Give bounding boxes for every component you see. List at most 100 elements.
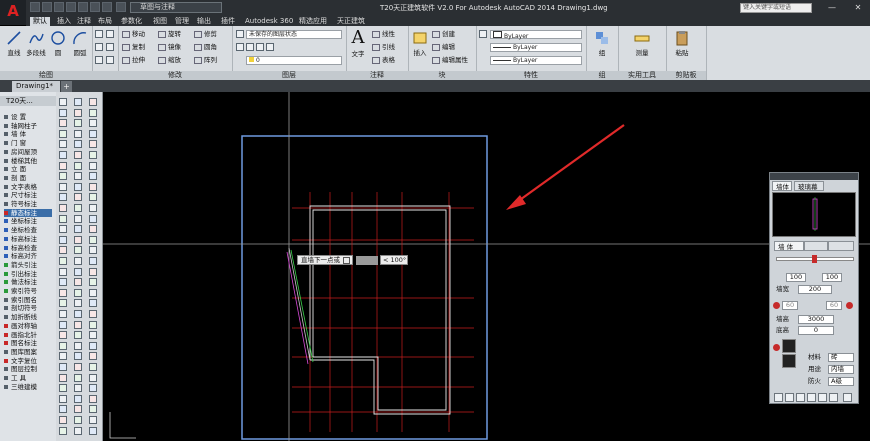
copy-button[interactable]: 复制	[122, 43, 145, 52]
palette-item[interactable]: 标高检查	[4, 244, 37, 252]
circle-button[interactable]: 圆	[46, 28, 70, 57]
tool-icon[interactable]	[59, 426, 67, 435]
tab-plugins[interactable]: 插件	[218, 17, 238, 26]
tool-icon[interactable]	[59, 267, 67, 276]
tool-icon[interactable]	[89, 129, 97, 138]
tool-icon[interactable]	[59, 384, 67, 393]
tool-icon[interactable]	[74, 193, 82, 202]
tool-icon[interactable]	[59, 352, 67, 361]
text-button[interactable]: A 文字	[346, 28, 370, 59]
material-select[interactable]: 砖	[828, 353, 854, 362]
tool-icon[interactable]	[89, 108, 97, 117]
tool-icon[interactable]	[89, 299, 97, 308]
tab-autodesk-360[interactable]: Autodesk 360	[242, 17, 296, 26]
tool-icon[interactable]	[89, 405, 97, 414]
tool-icon[interactable]	[89, 257, 97, 265]
tool-icon[interactable]	[89, 182, 97, 191]
create-block-button[interactable]: 创建	[432, 30, 455, 39]
tab-featured-apps[interactable]: 精选应用	[296, 17, 330, 26]
fire-rating-select[interactable]: A级	[828, 377, 854, 386]
tool-icon[interactable]	[74, 416, 82, 424]
tool-icon[interactable]	[74, 225, 82, 234]
tool-icon[interactable]	[74, 384, 82, 393]
spline-icon[interactable]	[106, 56, 114, 64]
palette-item[interactable]: 剖 面	[4, 174, 26, 182]
palette-item[interactable]: 图层控制	[4, 365, 37, 373]
tool-icon[interactable]	[59, 161, 67, 170]
tool-icon[interactable]	[59, 98, 67, 106]
wall-attr-tab-2[interactable]	[804, 241, 828, 251]
fillet-button[interactable]: 圆角	[194, 43, 217, 52]
auto-wall-icon[interactable]	[818, 393, 827, 402]
tool-icon[interactable]	[74, 288, 82, 297]
tool-icon[interactable]	[89, 331, 97, 340]
left-side-dot-icon[interactable]	[773, 344, 780, 351]
left-offset-input[interactable]: 60	[782, 301, 798, 310]
palette-item[interactable]: 图名标注	[4, 339, 37, 347]
tool-icon[interactable]	[59, 363, 67, 371]
undo-icon[interactable]	[90, 2, 100, 12]
tool-icon[interactable]	[59, 299, 67, 308]
palette-item[interactable]: 文字复位	[4, 357, 37, 365]
right-offset-input[interactable]: 60	[826, 301, 842, 310]
arc-button[interactable]: 圆弧	[68, 28, 92, 57]
tool-icon[interactable]	[89, 278, 97, 287]
tool-icon[interactable]	[89, 394, 97, 403]
tool-icon[interactable]	[89, 151, 97, 159]
tool-icon[interactable]	[74, 405, 82, 414]
workspace-dropdown[interactable]: 草图与注释	[130, 2, 222, 13]
tool-icon[interactable]	[59, 310, 67, 318]
tool-icon[interactable]	[89, 235, 97, 244]
tool-icon[interactable]	[89, 373, 97, 382]
tool-icon[interactable]	[59, 182, 67, 191]
tool-icon[interactable]	[89, 246, 97, 255]
palette-item[interactable]: 尺寸标注	[4, 191, 37, 199]
color-dropdown[interactable]: ByLayer	[490, 30, 582, 40]
application-menu-button[interactable]: A	[0, 0, 26, 25]
tool-icon[interactable]	[59, 320, 67, 329]
tool-icon[interactable]	[74, 151, 82, 159]
minimize-button[interactable]: —	[826, 2, 838, 13]
palette-item[interactable]: 楼梯其他	[4, 157, 37, 165]
tool-icon[interactable]	[74, 235, 82, 244]
palette-item[interactable]: 索引图名	[4, 296, 37, 304]
wall-type-icon[interactable]	[782, 354, 796, 368]
scale-button[interactable]: 缩放	[158, 56, 181, 65]
wall-attr-tab-3[interactable]	[828, 241, 854, 251]
table-button[interactable]: 表格	[372, 56, 395, 65]
tool-icon[interactable]	[74, 257, 82, 265]
tool-icon[interactable]	[89, 140, 97, 149]
tool-icon[interactable]	[59, 193, 67, 202]
tool-icon[interactable]	[74, 320, 82, 329]
palette-item[interactable]: 标高对齐	[4, 252, 37, 260]
print-icon[interactable]	[78, 2, 88, 12]
palette-item[interactable]: 轴网柱子	[4, 122, 37, 130]
drawing-canvas[interactable]	[102, 92, 870, 441]
palette-item[interactable]: 门 窗	[4, 139, 26, 147]
lineweight-dropdown[interactable]: ByLayer	[490, 56, 582, 65]
measure-button[interactable]: 测量	[630, 28, 654, 57]
layer-off-icon[interactable]	[256, 43, 264, 51]
tab-output[interactable]: 输出	[194, 17, 214, 26]
palette-item[interactable]: 标高标注	[4, 235, 37, 243]
tool-icon[interactable]	[89, 341, 97, 350]
base-height-input[interactable]: 0	[798, 326, 834, 335]
tab-manage[interactable]: 管理	[172, 17, 192, 26]
prompt-options-icon[interactable]	[343, 256, 350, 264]
linetype-dropdown[interactable]: ByLayer	[490, 43, 582, 52]
tool-icon[interactable]	[59, 225, 67, 234]
edit-block-button[interactable]: 编辑	[432, 43, 455, 52]
tool-icon[interactable]	[59, 204, 67, 212]
tool-icon[interactable]	[59, 257, 67, 265]
layer-lock-icon[interactable]	[266, 43, 274, 51]
wall-height-input[interactable]: 3000	[798, 315, 834, 324]
tool-icon[interactable]	[59, 235, 67, 244]
tool-icon[interactable]	[89, 119, 97, 128]
palette-item[interactable]: 工 具	[4, 374, 26, 382]
mirror-button[interactable]: 镜像	[158, 43, 181, 52]
tool-icon[interactable]	[59, 108, 67, 117]
tool-icon[interactable]	[74, 108, 82, 117]
left-width-input[interactable]: 100	[786, 273, 806, 282]
tool-icon[interactable]	[74, 172, 82, 181]
tool-icon[interactable]	[74, 129, 82, 138]
